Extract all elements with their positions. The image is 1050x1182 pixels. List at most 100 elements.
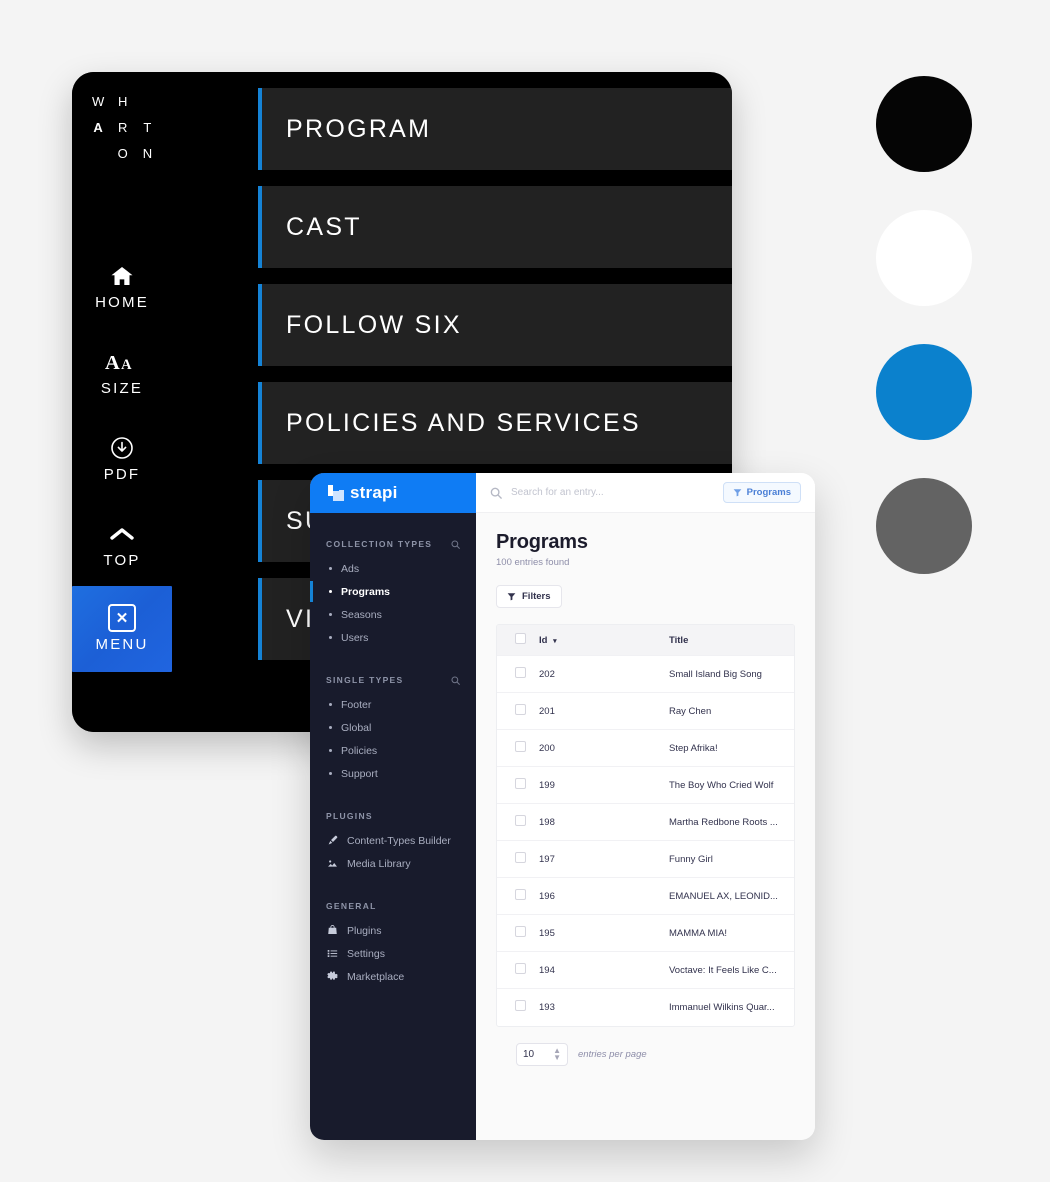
download-circle-icon	[110, 435, 134, 461]
nav-item-marketplace[interactable]: Plugins	[310, 919, 476, 942]
entries-count: 100 entries found	[496, 557, 570, 568]
column-header-title[interactable]: Title	[669, 625, 794, 656]
rail-item-pdf[interactable]: PDF	[72, 416, 172, 502]
table-row[interactable]: 200 Step Afrika!	[497, 729, 794, 767]
text-size-icon: A A	[105, 349, 139, 375]
wharton-letter: N	[142, 145, 153, 161]
menu-item-cast[interactable]: CAST	[258, 186, 732, 268]
menu-item-program[interactable]: PROGRAM	[258, 88, 732, 170]
cell-title: The Boy Who Cried Wolf	[669, 766, 794, 804]
menu-item-label: POLICIES AND SERVICES	[286, 408, 641, 437]
nav-item-label: Settings	[347, 947, 385, 960]
swatch-white	[876, 210, 972, 306]
row-checkbox[interactable]	[515, 704, 526, 715]
nav-item-plugins[interactable]: Settings	[310, 942, 476, 965]
row-checkbox[interactable]	[515, 815, 526, 826]
menu-item-follow-six[interactable]: FOLLOW SIX	[258, 284, 732, 366]
filter-icon	[507, 592, 516, 601]
rail-item-menu[interactable]: ✕ MENU	[72, 586, 172, 672]
rail-item-top[interactable]: TOP	[72, 502, 172, 588]
wharton-letter: T	[143, 119, 152, 135]
table-row[interactable]: 197 Funny Girl	[497, 840, 794, 878]
row-checkbox[interactable]	[515, 963, 526, 974]
nav-section-title: COLLECTION TYPES	[326, 539, 433, 549]
bullet-icon	[329, 772, 332, 775]
search-icon[interactable]	[451, 675, 460, 685]
row-checkbox[interactable]	[515, 1000, 526, 1012]
stepper-arrows-icon[interactable]: ▲ ▼	[553, 1046, 561, 1061]
nav-item-support[interactable]: Support	[310, 762, 476, 785]
nav-item-label: Programs	[341, 585, 391, 598]
cell-id: 197	[539, 840, 669, 878]
nav-item-policies[interactable]: Policies	[310, 739, 476, 762]
row-select-cell	[497, 951, 539, 989]
filters-button[interactable]: Filters	[496, 585, 562, 608]
strapi-sidebar: strapi COLLECTION TYPES Ads Programs Sea…	[310, 473, 476, 1140]
nav-item-footer[interactable]: Footer	[310, 693, 476, 716]
table-row[interactable]: 195 MAMMA MIA!	[497, 914, 794, 952]
filters-button-label: Filters	[522, 591, 551, 602]
cell-id: 202	[539, 655, 669, 693]
row-select-cell	[497, 914, 539, 952]
rail-item-size[interactable]: A A SIZE	[72, 330, 172, 416]
wharton-letter	[86, 140, 111, 166]
column-header-title-label: Title	[669, 634, 689, 646]
screenshot-root: W H A R T O N HOME A A SIZE PDF TOP ✕ ME…	[0, 0, 1050, 1182]
cell-title: MAMMA MIA!	[669, 914, 794, 952]
nav-item-seasons[interactable]: Seasons	[310, 603, 476, 626]
paintbrush-icon	[326, 835, 338, 846]
header-filter-pill[interactable]: Programs	[722, 482, 801, 503]
table-row[interactable]: 201 Ray Chen	[497, 692, 794, 730]
strapi-logo[interactable]: strapi	[310, 473, 476, 513]
row-checkbox[interactable]	[515, 852, 526, 863]
sort-desc-icon[interactable]: ▾	[553, 638, 557, 645]
table-row[interactable]: 194 Voctave: It Feels Like C...	[497, 951, 794, 989]
entries-per-page-stepper[interactable]: 10 ▲ ▼	[516, 1042, 568, 1066]
nav-item-media-library[interactable]: Media Library	[310, 852, 476, 875]
row-checkbox[interactable]	[515, 926, 526, 937]
swatch-gray	[876, 478, 972, 574]
nav-item-label: Ads	[341, 562, 360, 575]
table-row[interactable]: 198 Martha Redbone Roots ...	[497, 803, 794, 841]
search-input[interactable]	[511, 487, 714, 498]
search-icon[interactable]	[490, 487, 502, 499]
nav-item-label: Media Library	[347, 857, 411, 870]
row-checkbox[interactable]	[515, 667, 526, 678]
nav-item-programs[interactable]: Programs	[310, 580, 476, 603]
table-row[interactable]: 202 Small Island Big Song	[497, 655, 794, 693]
bullet-icon	[329, 613, 332, 616]
nav-item-global[interactable]: Global	[310, 716, 476, 739]
rail-label: PDF	[103, 466, 141, 483]
color-swatches	[876, 76, 972, 612]
nav-item-settings[interactable]: Marketplace	[310, 965, 476, 988]
table-head: Id ▾ Title	[497, 625, 794, 656]
row-checkbox[interactable]	[515, 778, 526, 789]
search-icon[interactable]	[451, 539, 460, 549]
nav-item-users[interactable]: Users	[310, 626, 476, 649]
nav-section-plugins: PLUGINS	[310, 811, 476, 821]
table-row[interactable]: 196 EMANUEL AX, LEONID...	[497, 877, 794, 915]
menu-item-policies-and-services[interactable]: POLICIES AND SERVICES	[258, 382, 732, 464]
table-row[interactable]: 199 The Boy Who Cried Wolf	[497, 766, 794, 804]
nav-item-label: Seasons	[341, 608, 382, 621]
table-row[interactable]: 193 Immanuel Wilkins Quar...	[497, 988, 794, 1026]
bullet-icon	[329, 749, 332, 752]
menu-item-label: PROGRAM	[286, 114, 432, 143]
wharton-letter: R	[118, 119, 128, 135]
column-header-id[interactable]: Id ▾	[539, 625, 669, 656]
row-checkbox[interactable]	[515, 741, 526, 752]
cell-id: 201	[539, 692, 669, 730]
strapi-brand-text: strapi	[350, 483, 398, 502]
menu-item-label: FOLLOW SIX	[286, 310, 462, 339]
rail-item-home[interactable]: HOME	[72, 244, 172, 330]
row-select-cell	[497, 692, 539, 730]
nav-item-ads[interactable]: Ads	[310, 557, 476, 580]
wharton-letter: A	[93, 119, 104, 135]
cell-id: 193	[539, 988, 669, 1026]
rail-label: MENU	[95, 636, 149, 653]
select-all-checkbox[interactable]	[515, 633, 526, 644]
row-checkbox[interactable]	[515, 889, 526, 900]
nav-item-content-types-builder[interactable]: Content-Types Builder	[310, 829, 476, 852]
content-body: Programs 100 entries found Filters Id ▾ …	[476, 513, 815, 1140]
icon-rail: W H A R T O N HOME A A SIZE PDF TOP ✕ ME…	[72, 72, 172, 732]
